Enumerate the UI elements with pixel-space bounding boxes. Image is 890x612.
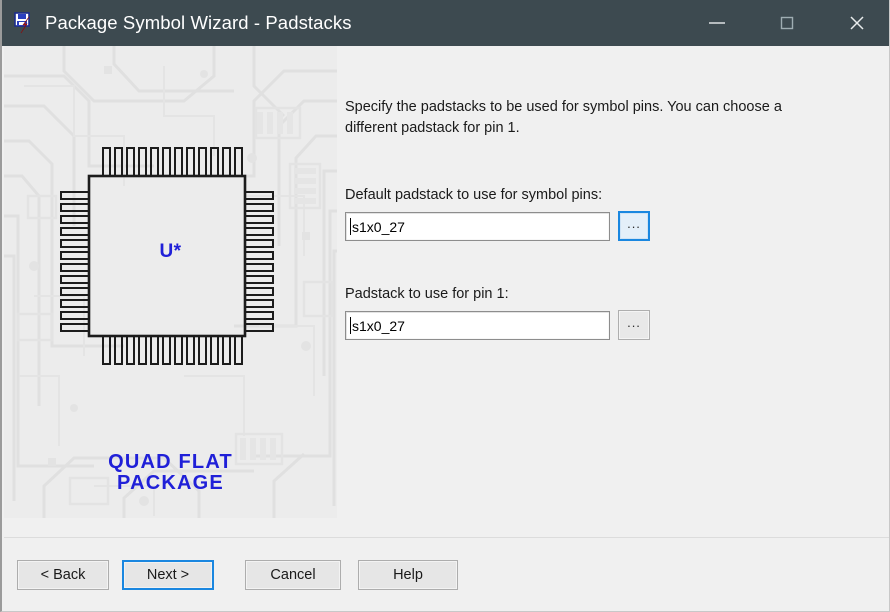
pin1-padstack-value: s1x0_27 [352, 317, 405, 334]
package-symbol-wizard-window: Package Symbol Wizard - Padstacks U* QUA… [0, 0, 890, 612]
reference-designator-label: U* [159, 241, 182, 262]
package-caption-line1: QUAD FLAT [108, 451, 233, 473]
window-title: Package Symbol Wizard - Padstacks [45, 12, 352, 33]
pin1-padstack-browse-button[interactable]: ... [618, 310, 650, 340]
default-padstack-browse-button[interactable]: ... [618, 211, 650, 241]
cancel-button[interactable]: Cancel [245, 560, 341, 590]
minimize-icon[interactable] [682, 0, 752, 46]
text-caret [350, 317, 351, 334]
pin1-padstack-input[interactable]: s1x0_27 [345, 311, 610, 340]
default-padstack-value: s1x0_27 [352, 218, 405, 235]
pin1-padstack-label: Padstack to use for pin 1: [345, 286, 509, 302]
wizard-content-pane: Specify the padstacks to be used for sym… [337, 46, 889, 518]
maximize-icon[interactable] [752, 0, 822, 46]
title-bar-left: Package Symbol Wizard - Padstacks [2, 12, 682, 34]
next-button[interactable]: Next > [122, 560, 214, 590]
text-caret [350, 218, 351, 235]
default-padstack-label: Default padstack to use for symbol pins: [345, 187, 603, 203]
window-controls [682, 0, 889, 46]
title-bar[interactable]: Package Symbol Wizard - Padstacks [2, 0, 889, 46]
package-symbol-wizard-icon [13, 12, 35, 34]
package-caption-line2: PACKAGE [117, 472, 224, 494]
instructions-text: Specify the padstacks to be used for sym… [345, 99, 782, 136]
close-icon[interactable] [822, 0, 889, 46]
back-button[interactable]: < Back [17, 560, 109, 590]
package-caption: QUAD FLAT PACKAGE [4, 452, 337, 494]
package-illustration-panel: U* QUAD FLAT PACKAGE [4, 46, 337, 518]
default-padstack-input[interactable]: s1x0_27 [345, 212, 610, 241]
wizard-footer: < Back Next > Cancel Help [2, 538, 889, 611]
quad-flat-package-drawing [60, 147, 274, 365]
help-button[interactable]: Help [358, 560, 458, 590]
